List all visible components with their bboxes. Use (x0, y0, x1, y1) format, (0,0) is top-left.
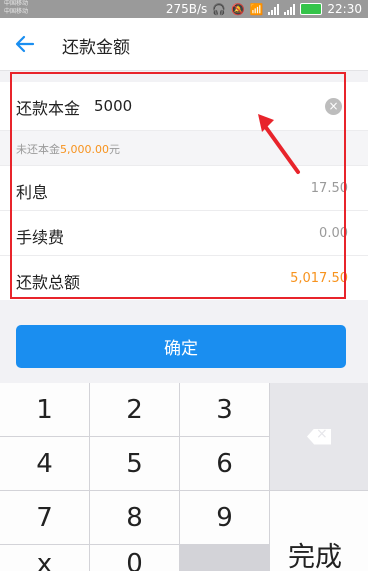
carrier-info: 中国移动 中国移动 (4, 0, 28, 16)
numeric-keypad: 1 2 3 4 5 6 7 8 9 x 0 完成 (0, 383, 368, 571)
repayment-form: 还款本金 × 未还本金5,000.00元 利息 17.50 手续费 0.00 还… (0, 82, 368, 300)
total-value: 5,017.50 (290, 271, 348, 286)
key-7[interactable]: 7 (0, 491, 89, 544)
outstanding-hint: 未还本金5,000.00元 (16, 141, 120, 157)
header-bar: 还款金额 (0, 18, 368, 71)
key-x[interactable]: x (0, 545, 89, 571)
wifi-icon: 📶 (249, 2, 264, 16)
back-arrow-icon[interactable] (14, 33, 36, 55)
confirm-button[interactable]: 确定 (16, 325, 346, 368)
interest-value: 17.50 (310, 181, 348, 196)
interest-label: 利息 (16, 183, 49, 202)
amount-input[interactable] (94, 94, 304, 118)
headphones-icon: 🎧 (212, 2, 226, 16)
key-5[interactable]: 5 (90, 437, 179, 490)
page-title: 还款金额 (62, 38, 130, 58)
signal-icon-1 (268, 3, 280, 15)
hint-suffix: 元 (108, 143, 120, 156)
fee-value: 0.00 (319, 226, 348, 241)
key-2[interactable]: 2 (90, 383, 179, 436)
status-bar: 中国移动 中国移动 275B/s 🎧 🔕 📶 22:30 (0, 0, 368, 18)
total-row: 还款总额 5,017.50 (0, 256, 368, 300)
mute-icon: 🔕 (231, 2, 245, 16)
delete-key[interactable] (270, 383, 368, 490)
outstanding-hint-row: 未还本金5,000.00元 (0, 131, 368, 166)
status-icons: 275B/s 🎧 🔕 📶 22:30 (166, 1, 362, 17)
key-9[interactable]: 9 (180, 491, 269, 544)
network-speed: 275B/s (165, 2, 208, 16)
done-key[interactable]: 完成 (270, 491, 368, 571)
key-6[interactable]: 6 (180, 437, 269, 490)
signal-icon-2 (284, 3, 296, 15)
clear-icon[interactable]: × (325, 98, 342, 115)
key-4[interactable]: 4 (0, 437, 89, 490)
interest-row: 利息 17.50 (0, 166, 368, 211)
carrier-line-1: 中国移动 (4, 0, 29, 7)
battery-icon (300, 3, 323, 15)
status-time: 22:30 (327, 2, 362, 16)
backspace-icon (307, 428, 331, 445)
amount-row: 还款本金 × (0, 82, 368, 131)
total-label: 还款总额 (16, 273, 81, 292)
key-8[interactable]: 8 (90, 491, 179, 544)
key-1[interactable]: 1 (0, 383, 89, 436)
fee-row: 手续费 0.00 (0, 211, 368, 256)
hint-prefix: 未还本金 (16, 143, 60, 156)
key-3[interactable]: 3 (180, 383, 269, 436)
done-label: 完成 (288, 542, 342, 571)
key-0[interactable]: 0 (90, 545, 179, 571)
fee-label: 手续费 (16, 228, 65, 247)
hint-amount: 5,000.00 (60, 143, 109, 156)
amount-label: 还款本金 (16, 99, 81, 118)
carrier-line-2: 中国移动 (4, 8, 29, 15)
